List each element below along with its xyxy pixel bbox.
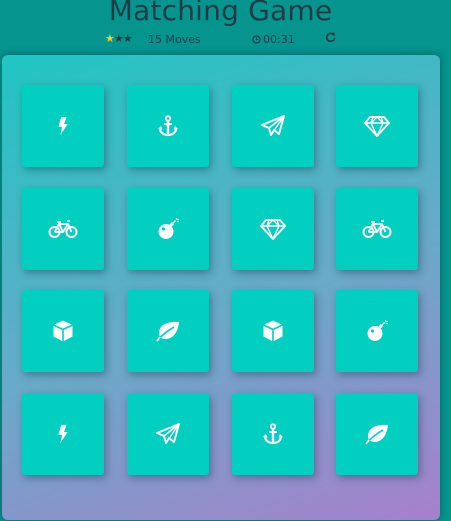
star-rating: ★★★	[105, 32, 133, 45]
moves-counter: 15 Moves	[148, 33, 201, 46]
clock-icon	[252, 35, 261, 44]
card[interactable]	[22, 188, 104, 270]
diamond-icon	[260, 218, 286, 240]
bomb-icon	[156, 217, 180, 241]
card[interactable]	[336, 393, 418, 475]
leaf-icon	[364, 423, 390, 445]
timer-value: 00:31	[263, 33, 295, 46]
leaf-icon	[155, 320, 181, 342]
card[interactable]	[336, 188, 418, 270]
bolt-icon	[52, 423, 74, 445]
bomb-icon	[365, 319, 389, 343]
star-icon: ★	[105, 32, 115, 45]
star-icon: ★	[122, 32, 133, 45]
bicycle-icon	[48, 219, 78, 239]
bicycle-icon	[362, 219, 392, 239]
game-title: Matching Game	[108, 0, 333, 27]
card[interactable]	[22, 393, 104, 475]
card[interactable]	[127, 290, 209, 372]
anchor-icon	[156, 114, 180, 138]
card[interactable]	[22, 85, 104, 167]
card[interactable]	[336, 290, 418, 372]
card[interactable]	[127, 188, 209, 270]
card[interactable]	[127, 393, 209, 475]
card[interactable]	[336, 85, 418, 167]
cube-icon	[52, 319, 74, 343]
restart-icon	[325, 32, 336, 43]
bolt-icon	[52, 115, 74, 137]
restart-button[interactable]	[325, 32, 336, 46]
diamond-icon	[364, 115, 390, 137]
paper-plane-icon	[260, 114, 286, 138]
card[interactable]	[232, 290, 314, 372]
card-deck	[2, 55, 440, 520]
timer: 00:31	[252, 33, 295, 46]
card[interactable]	[232, 85, 314, 167]
card[interactable]	[232, 188, 314, 270]
card[interactable]	[127, 85, 209, 167]
paper-plane-icon	[155, 422, 181, 446]
star-icon: ★	[113, 32, 124, 45]
card[interactable]	[232, 393, 314, 475]
score-panel: ★★★ 15 Moves 00:31	[0, 32, 451, 48]
anchor-icon	[261, 422, 285, 446]
card[interactable]	[22, 290, 104, 372]
cube-icon	[262, 319, 284, 343]
